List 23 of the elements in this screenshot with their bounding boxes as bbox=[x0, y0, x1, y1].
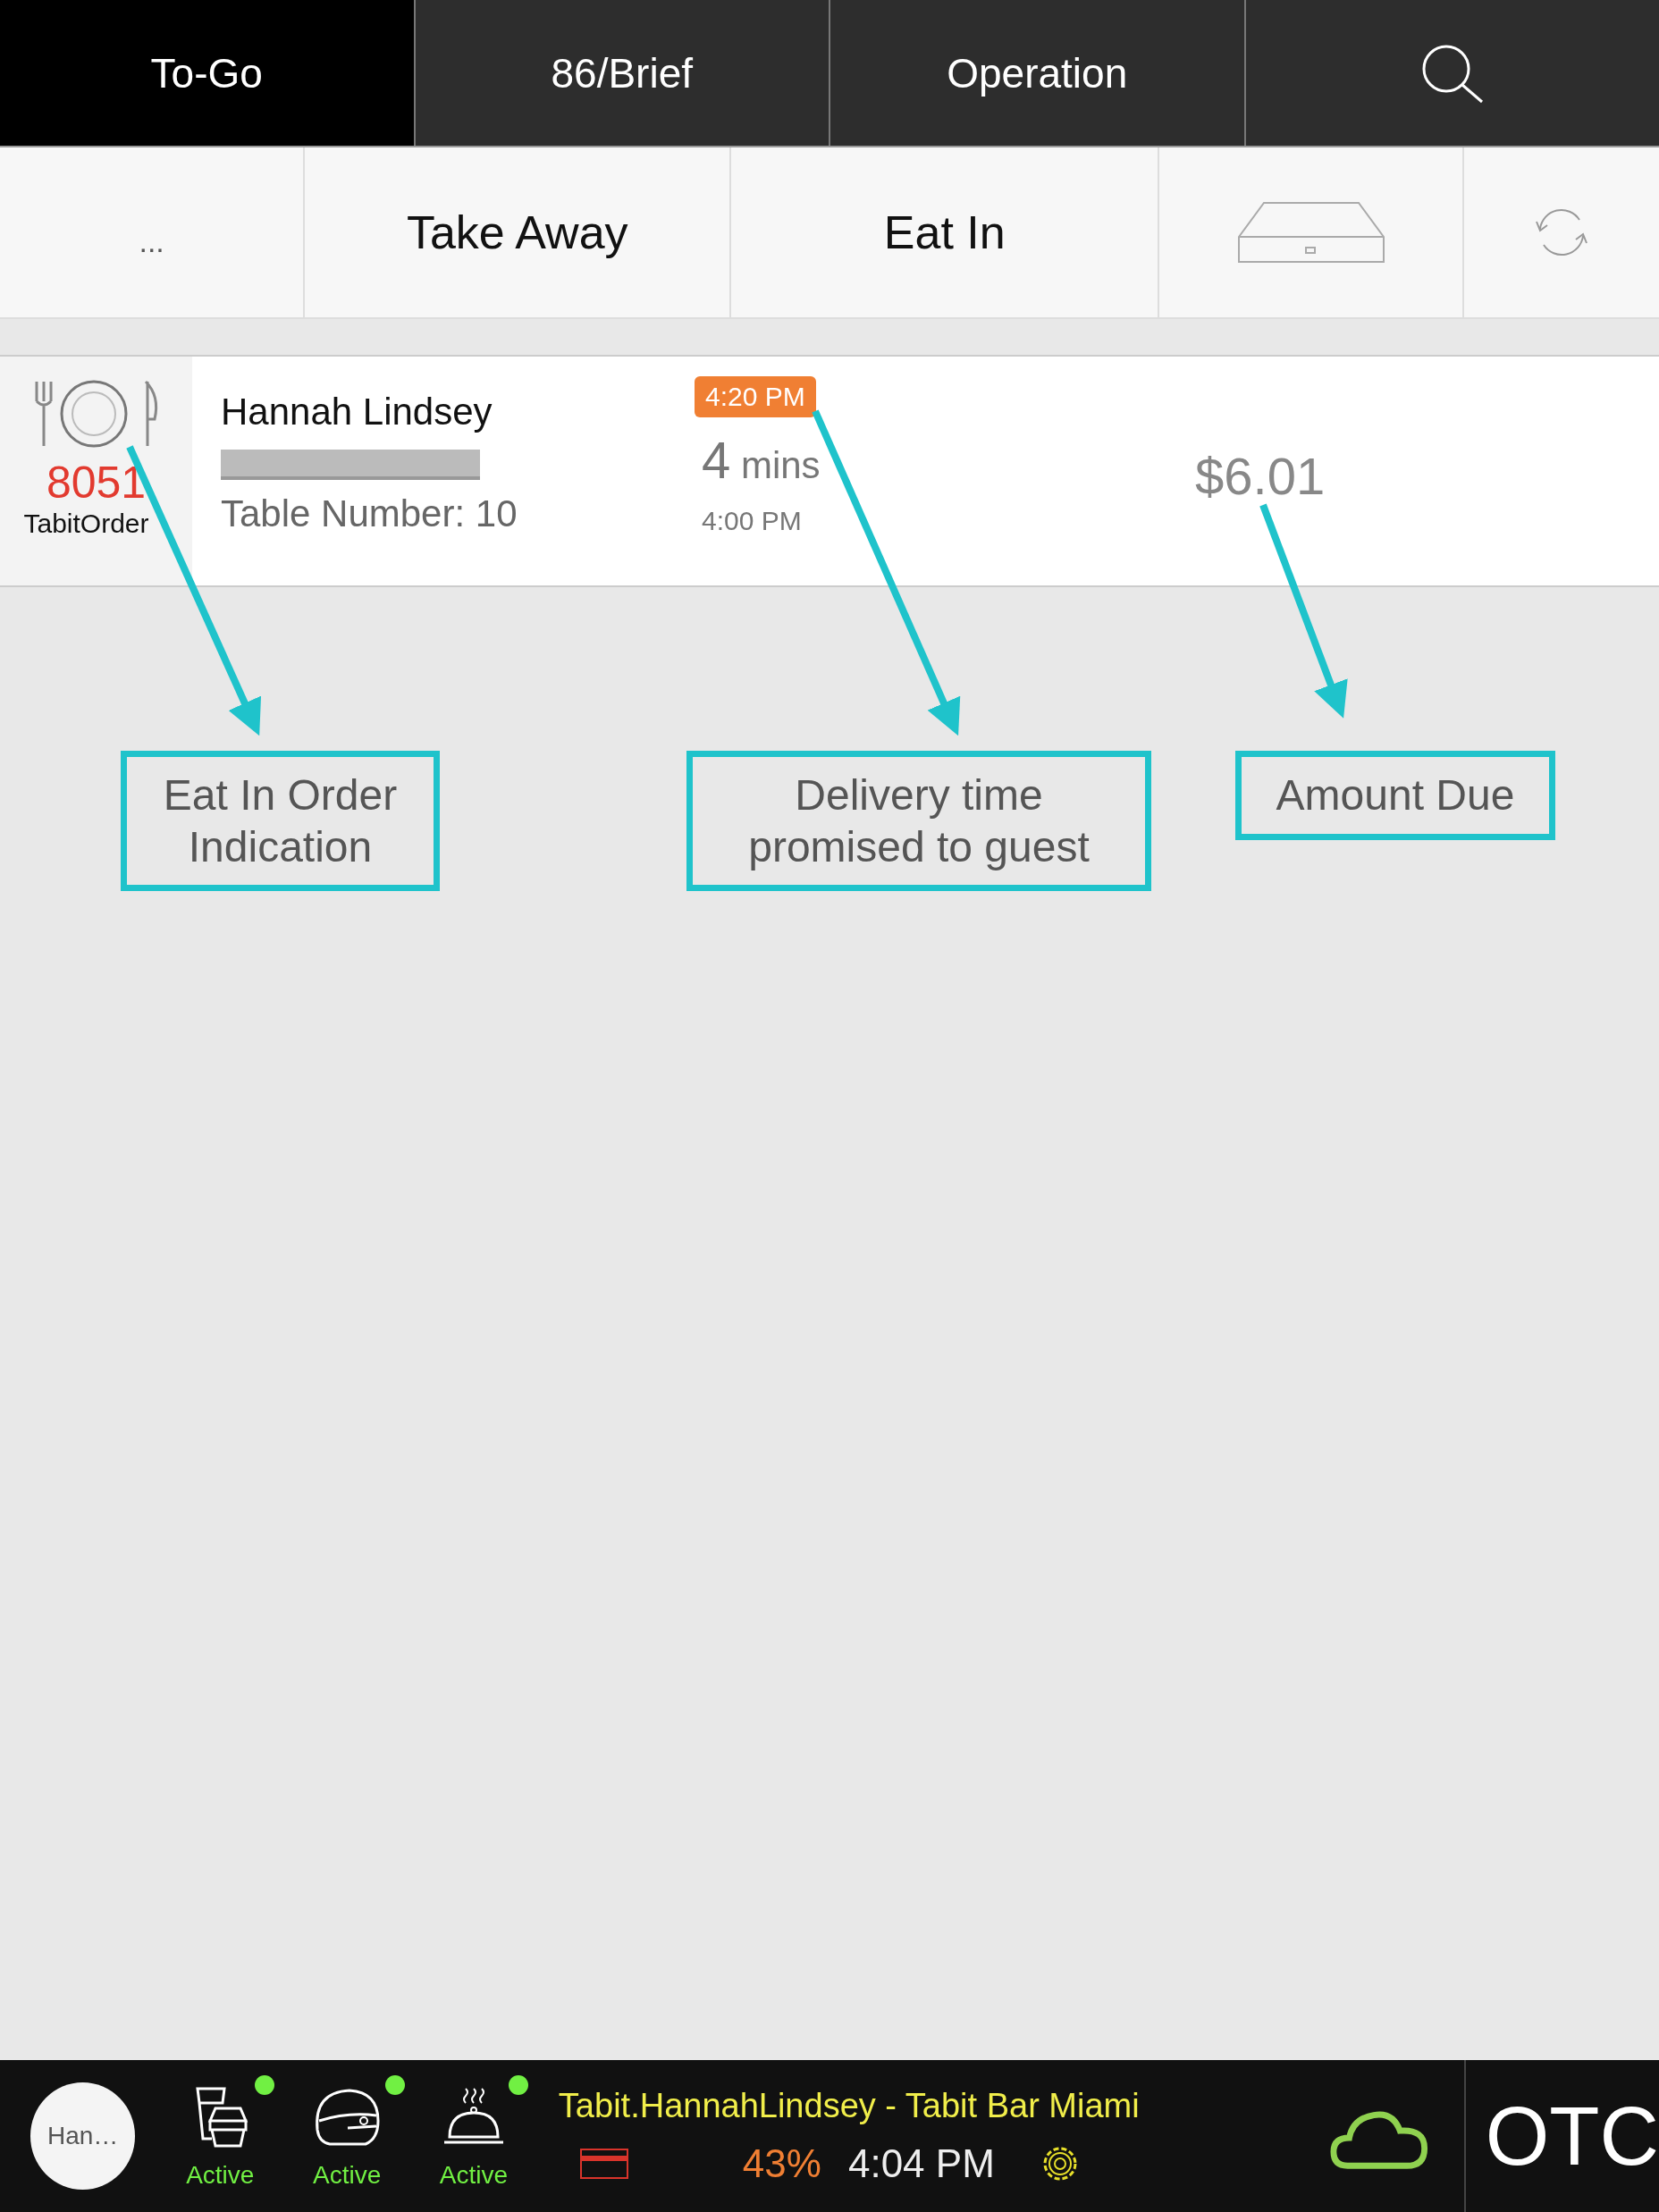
module-status: Active bbox=[313, 2161, 382, 2190]
order-number: 8051 bbox=[46, 457, 147, 509]
register-label[interactable]: OTC bbox=[1463, 2060, 1659, 2212]
guest-name: Hannah Lindsey bbox=[221, 391, 493, 433]
table-number: Table Number: 10 bbox=[221, 492, 518, 535]
order-time: 4:00 PM bbox=[702, 506, 802, 536]
account-name: Tabit.HannahLindsey - Tabit Bar Miami bbox=[558, 2086, 1141, 2125]
callout-label: Eat In Order Indication bbox=[121, 751, 440, 892]
elapsed-time: 4 mins bbox=[702, 430, 821, 490]
module-status: Active bbox=[439, 2161, 509, 2190]
callout-label: Delivery time promised to guest bbox=[686, 751, 1151, 892]
promised-time-badge: 4:20 PM bbox=[695, 376, 816, 417]
callout-label: Amount Due bbox=[1235, 751, 1555, 840]
module-status: Active bbox=[186, 2161, 255, 2190]
clock: 4:04 PM bbox=[847, 2141, 995, 2186]
user-avatar[interactable]: Han… bbox=[30, 2082, 136, 2190]
nav-tab[interactable]: Operation bbox=[829, 0, 1244, 146]
amount-due: $6.01 bbox=[1195, 446, 1326, 507]
order-row[interactable]: 8051 TabitOrder Hannah Lindsey Table Number: 10 4:20 PM 4 mins 4:00 PM $6.01 bbox=[0, 357, 1659, 587]
nav-tab[interactable]: To-Go bbox=[0, 0, 414, 146]
nav-tab[interactable]: 86/Brief bbox=[413, 0, 829, 146]
order-source: TabitOrder bbox=[23, 509, 149, 539]
battery-level: 43% bbox=[742, 2141, 821, 2186]
